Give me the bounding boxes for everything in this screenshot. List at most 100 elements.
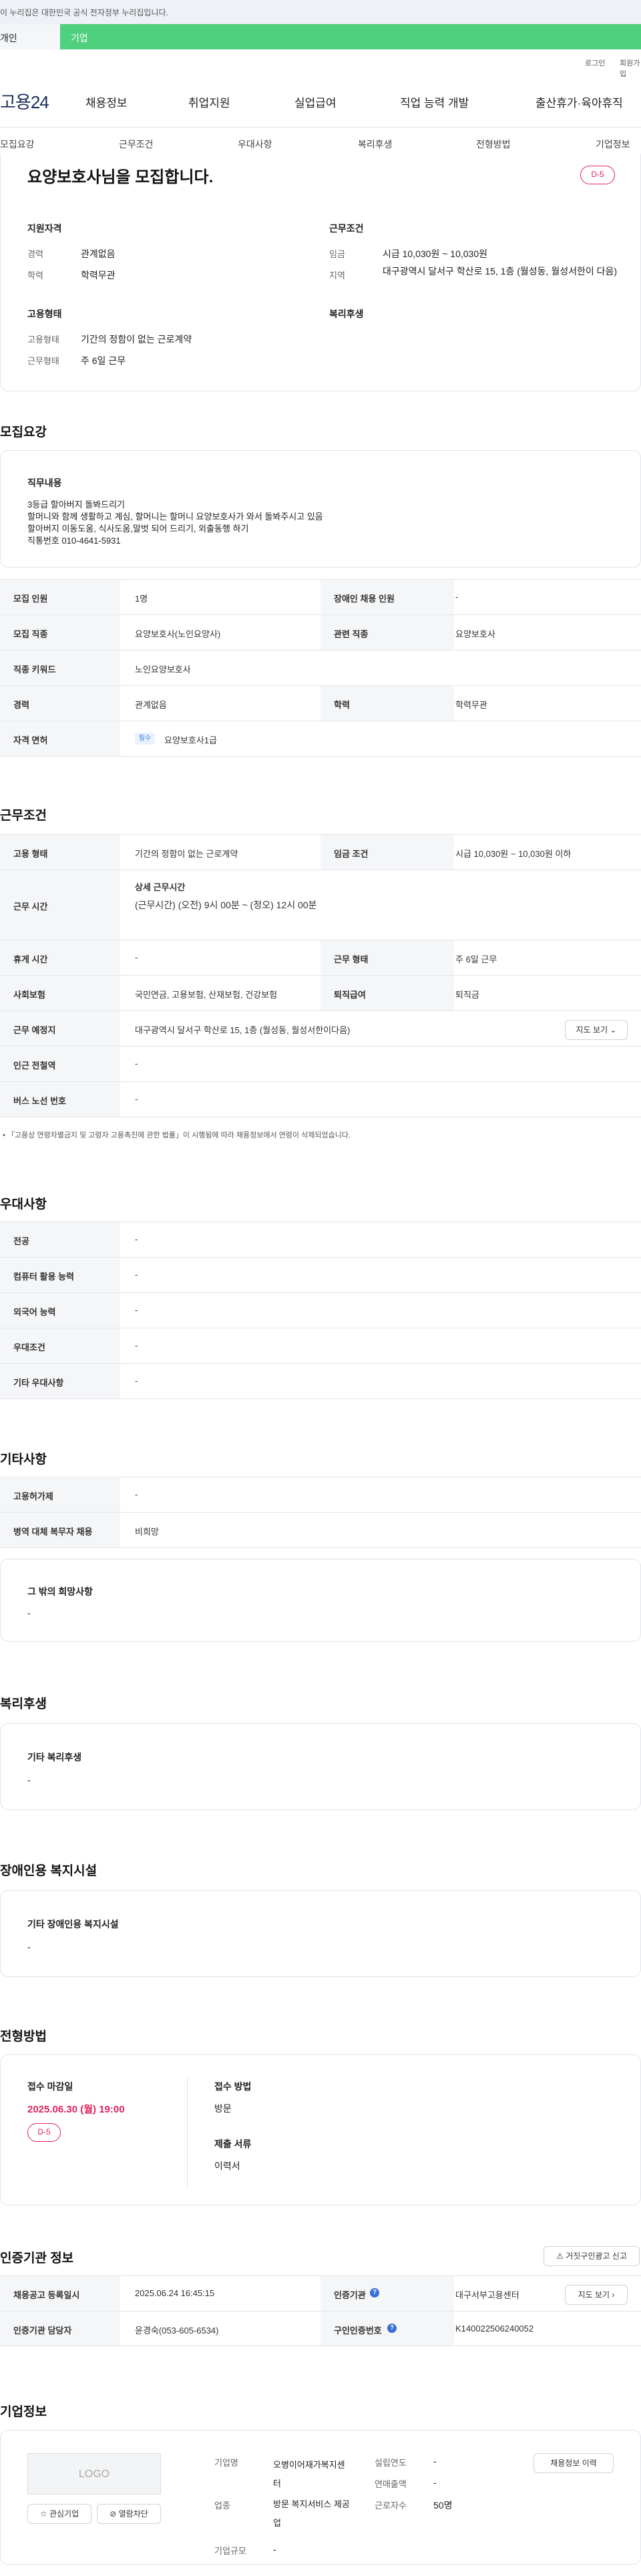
- gnb-divider: [0, 127, 641, 128]
- recruit-label-related: 관련 직종: [334, 629, 369, 639]
- recruit-value-related: 요양보호사: [455, 629, 495, 639]
- signup-link[interactable]: 회원가입: [620, 57, 641, 79]
- info-icon[interactable]: ?: [370, 2288, 379, 2297]
- subnav-selection[interactable]: 전형방법: [476, 138, 511, 151]
- qual-title: 지원자격: [27, 223, 62, 234]
- company-label-name: 기업명: [214, 2458, 238, 2468]
- recruit-value-disabled: -: [455, 592, 459, 602]
- work-value-form: 주 6일 근무: [455, 954, 497, 964]
- recruit-label-keyword: 직종 키워드: [13, 665, 56, 675]
- subnav-company[interactable]: 기업정보: [596, 138, 630, 151]
- row-divider: [0, 1292, 641, 1293]
- disabled-title: 기타 장애인용 복지시설: [27, 1919, 119, 1929]
- emp-label-type: 고용형태: [27, 335, 59, 345]
- tab-corporate[interactable]: 기업: [60, 24, 641, 49]
- work-value-bus: -: [135, 1094, 138, 1104]
- pref-value-condition: -: [135, 1340, 138, 1350]
- emp-value-type: 기간의 정함이 없는 근로계약: [81, 334, 192, 345]
- subnav-pref[interactable]: 우대사항: [238, 138, 272, 151]
- company-logo: LOGO: [27, 2453, 161, 2495]
- selection-docs-value: 이력서: [214, 2161, 240, 2171]
- work-map-button[interactable]: 지도 보기 ⌄: [565, 1020, 628, 1040]
- recruit-value-job: 요양보호사(노인요양사): [135, 629, 221, 639]
- selection-divider: [187, 2076, 188, 2189]
- pref-value-language: -: [135, 1305, 138, 1315]
- work-label-insurance: 사회보험: [13, 990, 45, 1000]
- recruit-label-career: 경력: [13, 700, 29, 710]
- cert-map-button[interactable]: 지도 보기 ›: [565, 2285, 628, 2305]
- subnav-recruit[interactable]: 모집요강: [0, 138, 35, 151]
- work-label-place: 근무 예정지: [13, 1025, 56, 1035]
- pref-label-major: 전공: [13, 1236, 29, 1246]
- duty-title: 직무내용: [27, 478, 62, 488]
- cert-value-number: K140022506240052: [455, 2324, 534, 2334]
- site-logo[interactable]: 고용24: [0, 89, 49, 114]
- work-value-insurance: 국민연금, 고용보험, 산재보험, 건강보험: [135, 990, 278, 1000]
- interest-company-label: 관심기업: [49, 2509, 79, 2519]
- welfare-summary-title: 복리후생: [329, 309, 364, 319]
- welfare-value: -: [27, 1775, 31, 1785]
- false-ad-report-label: 거짓구인광고 신고: [566, 2251, 627, 2261]
- etc-label-military: 병역 대체 복무자 채용: [13, 1527, 93, 1537]
- welfare-title: 기타 복리후생: [27, 1752, 82, 1763]
- company-label-founded: 설립연도: [375, 2458, 407, 2468]
- work-hours-title: 상세 근무시간: [135, 882, 186, 892]
- company-label-industry: 업종: [214, 2501, 230, 2511]
- cert-value-reg: 2025.06.24 16:45:15: [135, 2288, 215, 2298]
- gnb-item-jobs[interactable]: 채용정보: [85, 94, 128, 110]
- row-divider: [0, 1547, 641, 1548]
- work-label-emptype: 고용 형태: [13, 849, 48, 859]
- pref-heading: 우대사항: [0, 1198, 47, 1212]
- work-map-label: 지도 보기: [576, 1025, 608, 1035]
- row-divider: [0, 1363, 641, 1364]
- work-label-subway: 인근 전철역: [13, 1061, 56, 1071]
- login-link[interactable]: 로그인: [585, 57, 605, 68]
- block-view-button[interactable]: ⊘ 열람차단: [97, 2504, 161, 2524]
- etc-value-military: 비희망: [135, 1527, 159, 1537]
- age-law-note: • 「고용상 연령차별금지 및 고령자 고용촉진에 관한 법률」이 시행됨에 따…: [3, 1131, 351, 1139]
- subnav-work[interactable]: 근무조건: [119, 138, 154, 151]
- disabled-card: 기타 장애인용 복지시설 -: [0, 1890, 641, 1977]
- selection-method-value: 방문: [214, 2103, 232, 2114]
- gnb-item-unemployment-benefit[interactable]: 실업급여: [294, 94, 337, 110]
- work-value-subway: -: [135, 1059, 138, 1069]
- dday-badge: D-5: [580, 166, 615, 184]
- gnb-item-job-training[interactable]: 직업 능력 개발: [400, 94, 469, 110]
- info-icon[interactable]: ?: [387, 2324, 397, 2333]
- job-history-button[interactable]: 채용정보 이력: [533, 2453, 614, 2473]
- recruit-label-job: 모집 직종: [13, 629, 48, 639]
- etc-other-title: 그 밖의 희망사항: [27, 1586, 93, 1597]
- recruit-value-career: 관계없음: [135, 700, 167, 710]
- work-label-retire: 퇴직급여: [334, 990, 366, 1000]
- gov-banner: 이 누리집은 대한민국 공식 전자정부 누리집입니다.: [0, 0, 641, 24]
- etc-other-card: 그 밖의 희망사항 -: [0, 1559, 641, 1642]
- gnb-item-parental-leave[interactable]: 출산휴가·육아휴직: [536, 94, 623, 110]
- company-heading: 기업정보: [0, 2405, 47, 2419]
- cond-value-wage: 시급 10,030원 ~ 10,030원: [383, 248, 488, 259]
- th-bg: [0, 1477, 120, 1548]
- required-badge: 필수: [135, 733, 155, 745]
- company-label-size: 기업규모: [214, 2546, 246, 2556]
- qual-label-edu: 학력: [27, 270, 43, 281]
- welfare-heading: 복리후생: [0, 1697, 47, 1711]
- cert-value-manager: 윤경숙(053-605-6534): [135, 2326, 219, 2336]
- disabled-value: -: [27, 1942, 31, 1952]
- tab-individual[interactable]: 개인: [0, 24, 60, 49]
- work-value-retire: 퇴직금: [455, 990, 479, 1000]
- company-card: LOGO ☆ 관심기업 ⊘ 열람차단 기업명 오병이어재가복지센터 업종 방문 …: [0, 2430, 641, 2565]
- work-heading: 근무조건: [0, 809, 47, 823]
- false-ad-report-button[interactable]: ⚠ 거짓구인광고 신고: [544, 2246, 640, 2266]
- work-label-rest: 휴게 시간: [13, 954, 48, 964]
- company-label-revenue: 연매출액: [375, 2479, 407, 2489]
- selection-card: 접수 마감일 2025.06.30 (월) 19:00 D-5 접수 방법 방문…: [0, 2054, 641, 2205]
- interest-company-button[interactable]: ☆ 관심기업: [27, 2504, 91, 2524]
- cert-value-org: 대구서부고용센터: [455, 2290, 519, 2300]
- work-label-wage: 임금 조건: [334, 849, 369, 859]
- company-value-size: -: [273, 2544, 276, 2555]
- duty-line-3: 할아버지 이동도움, 식사도움,말벗 되어 드리기, 외출동행 하기: [27, 524, 249, 534]
- gnb-item-employment-support[interactable]: 취업지원: [188, 94, 230, 110]
- row-divider: [0, 1512, 641, 1513]
- pref-value-computer: -: [135, 1270, 138, 1280]
- subnav-welfare[interactable]: 복리후생: [358, 138, 393, 151]
- job-title: 요양보호사님을 모집합니다.: [27, 168, 214, 186]
